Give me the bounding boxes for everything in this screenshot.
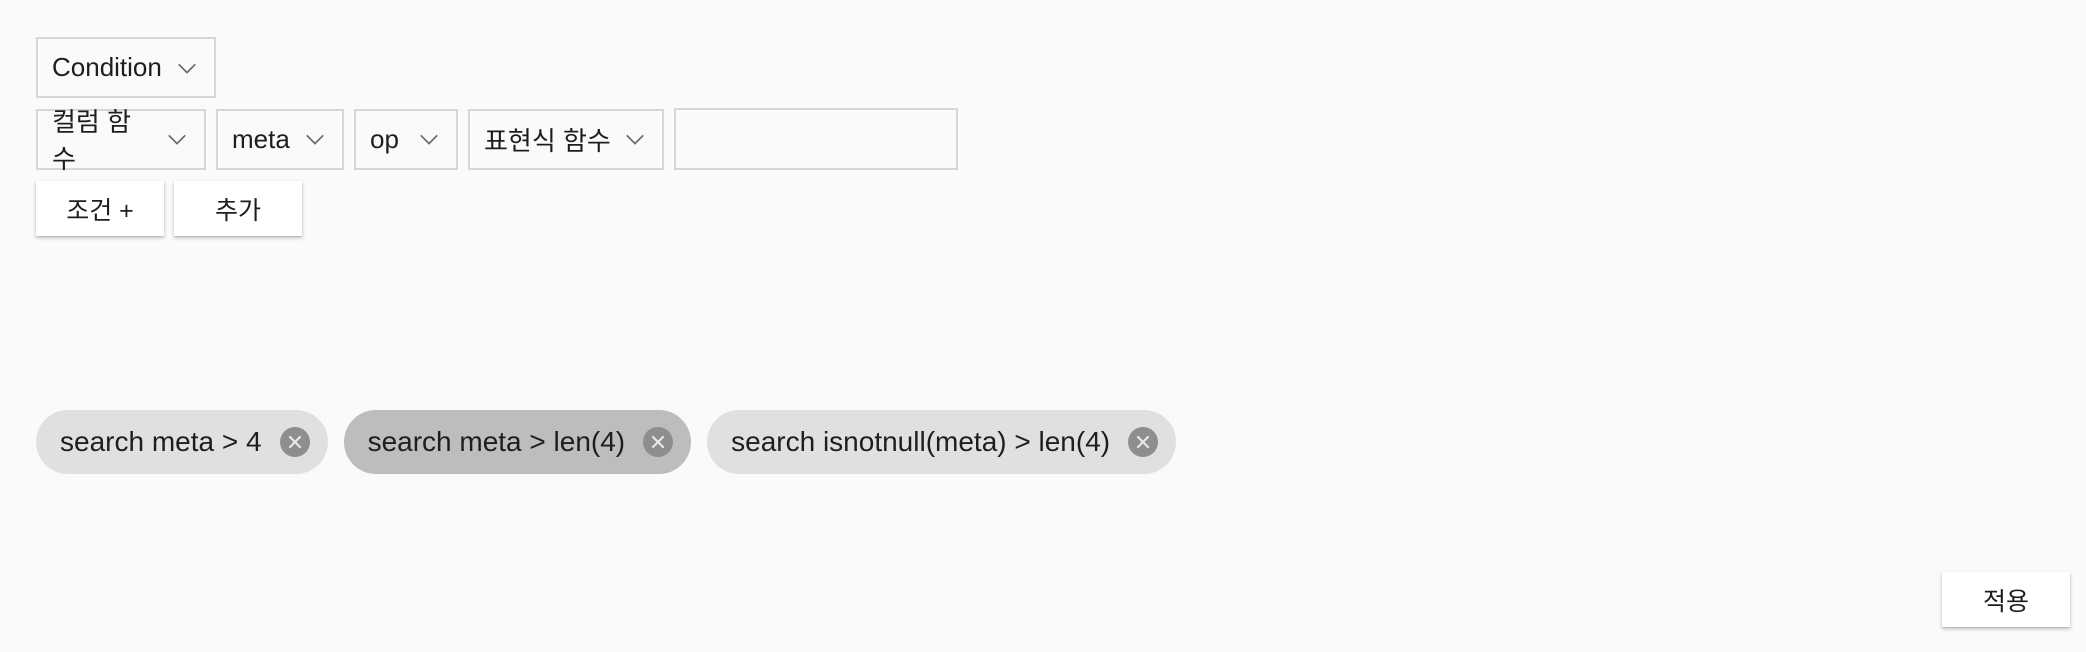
condition-select-value: Condition xyxy=(52,52,162,82)
chevron-down-icon xyxy=(164,126,190,152)
column-select-value: meta xyxy=(232,123,290,154)
expression-function-select-value: 표현식 함수 xyxy=(484,125,611,156)
close-icon[interactable] xyxy=(1128,427,1159,457)
value-input[interactable] xyxy=(674,108,958,170)
column-function-select-value: 컬럼 함수 xyxy=(52,107,131,174)
expression-function-select[interactable]: 표현식 함수 xyxy=(468,108,664,170)
chevron-down-icon xyxy=(174,55,200,81)
expression-builder-row: 컬럼 함수 meta op 표현식 함수 xyxy=(36,107,958,174)
filter-chip[interactable]: search isnotnull(meta) > len(4) xyxy=(707,410,1177,474)
condition-row: Condition xyxy=(36,37,216,98)
close-icon[interactable] xyxy=(279,427,310,457)
condition-select[interactable]: Condition xyxy=(36,37,216,98)
chevron-down-icon xyxy=(302,126,328,152)
column-function-select[interactable]: 컬럼 함수 xyxy=(36,107,206,174)
add-condition-button[interactable]: 조건 + xyxy=(36,181,164,236)
operator-select[interactable]: op xyxy=(354,108,458,170)
close-icon[interactable] xyxy=(643,427,674,457)
filter-chip-label: search meta > 4 xyxy=(60,426,262,457)
filter-chip-selected[interactable]: search meta > len(4) xyxy=(343,410,692,474)
action-button-row: 조건 + 추가 xyxy=(36,181,302,236)
add-button[interactable]: 추가 xyxy=(174,181,302,236)
apply-button[interactable]: 적용 xyxy=(1942,572,2070,627)
column-select[interactable]: meta xyxy=(216,108,344,170)
filter-chip-label: search meta > len(4) xyxy=(367,426,626,457)
filter-chip-list: search meta > 4 search meta > len(4) sea… xyxy=(36,410,1177,474)
filter-chip-label: search isnotnull(meta) > len(4) xyxy=(731,426,1111,457)
filter-chip[interactable]: search meta > 4 xyxy=(36,410,328,474)
chevron-down-icon xyxy=(622,126,648,152)
chevron-down-icon xyxy=(416,126,442,152)
operator-select-value: op xyxy=(370,123,399,154)
